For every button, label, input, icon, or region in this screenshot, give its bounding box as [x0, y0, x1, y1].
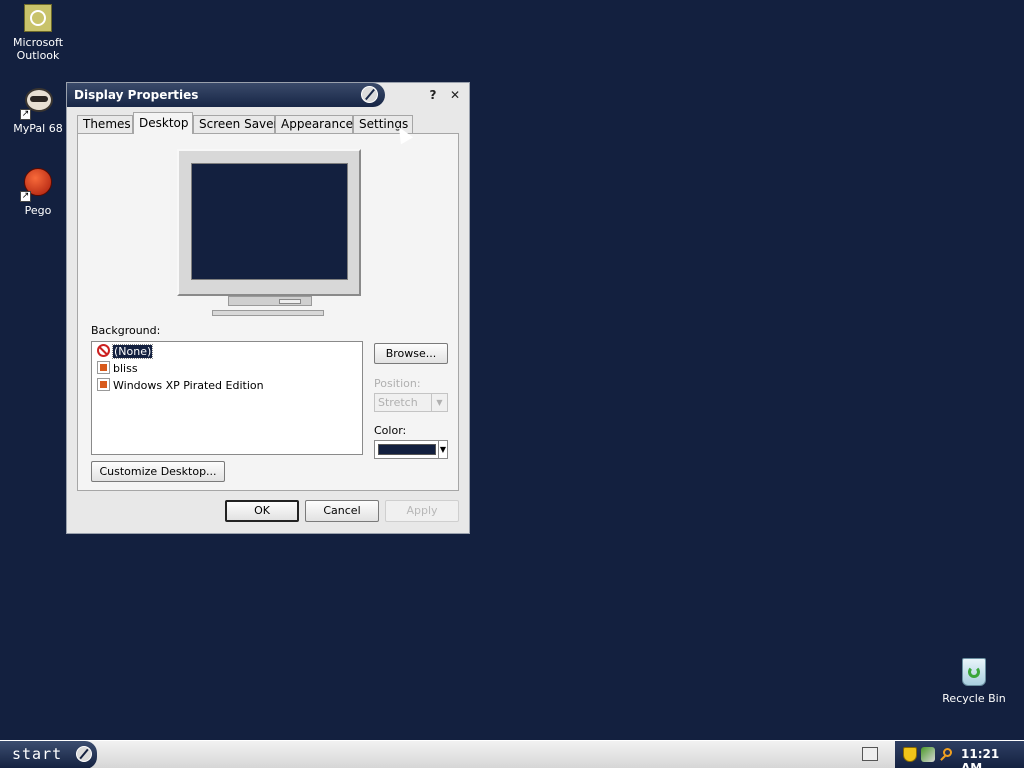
- image-icon: [97, 361, 110, 374]
- desktop-icon-pego[interactable]: ↗ Pego: [0, 168, 76, 217]
- desktop-icon-label: Pego: [24, 204, 52, 217]
- security-shield-icon[interactable]: [903, 747, 917, 762]
- tab-desktop[interactable]: Desktop: [133, 112, 193, 134]
- desktop-icon-outlook[interactable]: Microsoft Outlook: [0, 4, 76, 62]
- desktop-icon-label: Outlook: [16, 49, 60, 62]
- clock[interactable]: 11:21 AM: [961, 747, 1024, 768]
- color-label: Color:: [374, 424, 407, 437]
- close-button[interactable]: ✕: [447, 87, 463, 103]
- desktop-icon-label: Microsoft: [12, 36, 64, 49]
- none-icon: [97, 344, 110, 357]
- display-properties-window: Display Properties ? ✕ Background: (None…: [66, 82, 470, 534]
- tab-appearance[interactable]: Appearance: [275, 115, 353, 133]
- monitor-base: [212, 310, 324, 316]
- tab-themes[interactable]: Themes: [77, 115, 133, 133]
- position-dropdown[interactable]: Stretch ▼: [374, 393, 448, 412]
- search-icon[interactable]: [939, 747, 953, 762]
- monitor-preview: [177, 149, 361, 296]
- color-swatch: [378, 444, 436, 455]
- shortcut-arrow-icon: ↗: [20, 191, 31, 202]
- image-icon: [97, 378, 110, 391]
- color-picker[interactable]: ▼: [374, 440, 448, 459]
- network-icon[interactable]: [921, 747, 935, 762]
- position-value: Stretch: [378, 396, 418, 409]
- desktop-icon-label: MyPal 68: [13, 122, 63, 135]
- background-item-bliss[interactable]: bliss: [97, 361, 138, 377]
- monitor-stand: [228, 296, 312, 306]
- pego-icon: ↗: [20, 168, 54, 202]
- taskbar: start 11:21 AM: [0, 740, 1024, 768]
- monitor-screen: [191, 163, 348, 280]
- background-label: Background:: [91, 324, 161, 337]
- start-logo-icon: [76, 746, 92, 762]
- window-logo-icon: [361, 86, 378, 103]
- apply-button[interactable]: Apply: [385, 500, 459, 522]
- background-item-none[interactable]: (None): [97, 344, 154, 360]
- tab-panel-desktop: Background: (None) bliss Windows XP Pira…: [77, 133, 459, 491]
- browse-button[interactable]: Browse...: [374, 343, 448, 364]
- outlook-icon: [24, 4, 52, 32]
- customize-desktop-button[interactable]: Customize Desktop...: [91, 461, 225, 482]
- start-button[interactable]: start: [0, 741, 97, 768]
- desktop-icon-label: Recycle Bin: [942, 692, 1006, 705]
- start-label: start: [12, 745, 63, 763]
- ok-button[interactable]: OK: [225, 500, 299, 522]
- cancel-button[interactable]: Cancel: [305, 500, 379, 522]
- background-item-pirated[interactable]: Windows XP Pirated Edition: [97, 378, 264, 394]
- titlebar[interactable]: Display Properties ? ✕: [67, 83, 469, 107]
- desktop-icon-recycle-bin[interactable]: Recycle Bin: [936, 656, 1012, 705]
- window-title: Display Properties: [74, 88, 199, 102]
- position-label: Position:: [374, 377, 421, 390]
- mypal-raccoon-icon: ↗: [20, 86, 54, 120]
- tab-screen-saver[interactable]: Screen Saver: [193, 115, 278, 133]
- system-tray: 11:21 AM: [895, 741, 1024, 768]
- title-pill: Display Properties: [67, 83, 385, 107]
- recycle-bin-icon: [958, 656, 990, 688]
- shortcut-arrow-icon: ↗: [20, 109, 31, 120]
- chevron-down-icon: ▼: [431, 394, 447, 411]
- keyboard-icon[interactable]: [862, 747, 878, 761]
- desktop-icon-mypal[interactable]: ↗ MyPal 68: [0, 86, 76, 135]
- background-listbox[interactable]: (None) bliss Windows XP Pirated Edition: [91, 341, 363, 455]
- help-button[interactable]: ?: [425, 87, 441, 103]
- chevron-down-icon: ▼: [438, 441, 447, 458]
